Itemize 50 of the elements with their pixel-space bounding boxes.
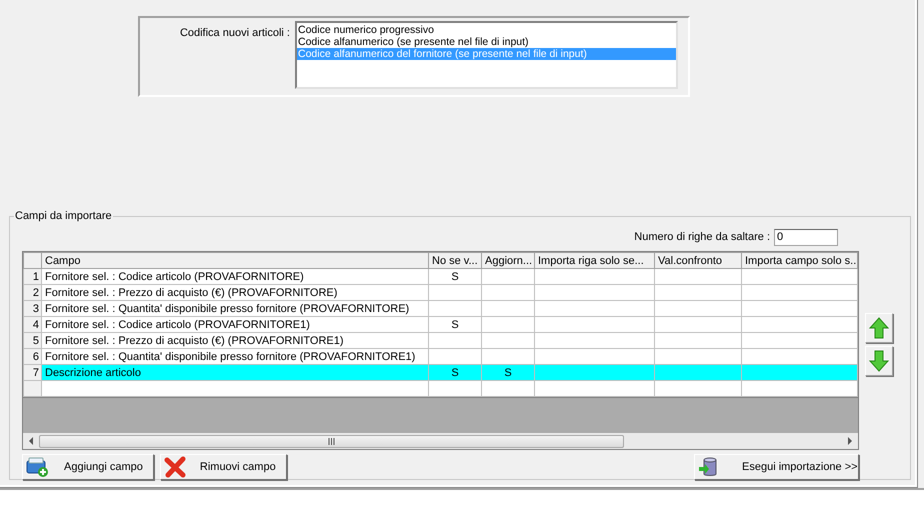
grid-row[interactable]: 3 Fornitore sel. : Quantita' disponibile presso fornitore (PROVAFORNITORE) (24, 300, 858, 316)
row-number: 7 (24, 364, 42, 380)
list-option[interactable]: Codice alfanumerico (se presente nel file di input) (297, 36, 676, 48)
toolbar-button[interactable]: Aggiungi campo (22, 454, 154, 480)
up-arrow-icon (869, 317, 889, 339)
column-header[interactable]: Val.confronto (654, 252, 742, 268)
scroll-left-icon[interactable] (28, 437, 34, 445)
scroll-right-icon[interactable] (847, 437, 853, 445)
x-icon (164, 456, 186, 478)
run-import-button[interactable]: Esegui importazione >> (694, 454, 859, 480)
group-title: Campi da importare (14, 210, 113, 222)
grid-row[interactable]: 1 Fornitore sel. : Codice articolo (PROVAFORNITORE) S (24, 268, 858, 284)
row-number: 5 (24, 332, 42, 348)
move-down-button[interactable] (865, 346, 893, 376)
column-header[interactable]: Importa campo solo s... (742, 252, 858, 268)
table-cell: S (428, 364, 482, 380)
row-number: 2 (24, 284, 42, 300)
toolbar-button[interactable]: Rimuovi campo (160, 454, 287, 480)
grip-icon (328, 438, 335, 444)
table-cell: Fornitore sel. : Codice articolo (PROVAFORNITORE) (42, 268, 428, 284)
column-header[interactable]: Aggiorn... (482, 252, 534, 268)
table-cell: Fornitore sel. : Prezzo di acquisto (€) (PROVAFORNITORE1) (42, 332, 428, 348)
table-cell: S (428, 316, 482, 332)
grid-row[interactable]: 7 Descrizione articolo S S (24, 364, 858, 380)
row-number: 4 (24, 316, 42, 332)
table-cell: Fornitore sel. : Prezzo di acquisto (€) (PROVAFORNITORE) (42, 284, 428, 300)
row-number: 1 (24, 268, 42, 284)
coding-listbox[interactable]: Codice numerico progressivo Codice alfanumerico (se presente nel file di input) Codice alfanumerico del fornitore (se presente nel file di input) (295, 21, 678, 89)
column-header[interactable]: Importa riga solo se... (534, 252, 654, 268)
table-cell: Fornitore sel. : Quantita' disponibile presso fornitore (PROVAFORNITORE) (42, 300, 428, 316)
box-plus-icon (26, 456, 50, 478)
skip-rows-label: Numero di righe da saltare : (634, 231, 770, 243)
grid-row[interactable]: 5 Fornitore sel. : Prezzo di acquisto (€) (PROVAFORNITORE1) (24, 332, 858, 348)
grid-row[interactable]: 4 Fornitore sel. : Codice articolo (PROVAFORNITORE1) S (24, 316, 858, 332)
table-cell: Fornitore sel. : Codice articolo (PROVAFORNITORE1) (42, 316, 428, 332)
column-header[interactable]: No se v... (428, 252, 482, 268)
table-cell: S (482, 364, 534, 380)
list-option[interactable]: Codice numerico progressivo (297, 24, 676, 36)
horizontal-scrollbar[interactable] (23, 433, 858, 449)
down-arrow-icon (869, 350, 889, 372)
scroll-thumb[interactable] (39, 434, 624, 448)
table-cell: S (428, 268, 482, 284)
grid-row[interactable]: 2 Fornitore sel. : Prezzo di acquisto (€) (PROVAFORNITORE) (24, 284, 858, 300)
move-up-button[interactable] (865, 313, 893, 343)
column-header[interactable]: Campo (42, 252, 428, 268)
row-number: 3 (24, 300, 42, 316)
skip-rows-field[interactable]: 0 (774, 228, 838, 246)
table-cell: Descrizione articolo (42, 364, 428, 380)
row-number: 6 (24, 348, 42, 364)
coding-label: Codifica nuovi articoli : (178, 26, 291, 41)
